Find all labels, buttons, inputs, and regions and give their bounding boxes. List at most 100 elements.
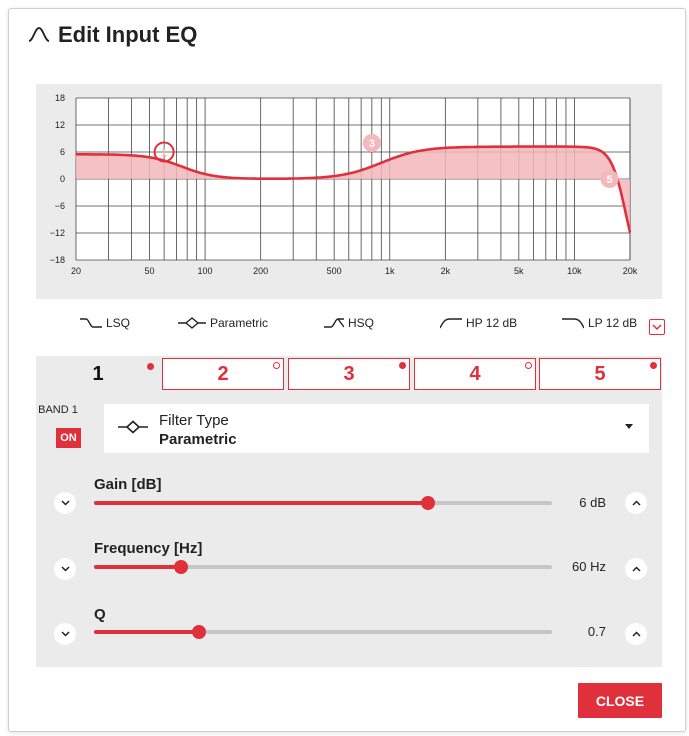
x-tick-label: 200 xyxy=(253,266,268,276)
x-tick-label: 5k xyxy=(514,266,524,276)
x-tick-label: 20k xyxy=(623,266,638,276)
lp-icon xyxy=(562,317,584,329)
frequency-slider-track[interactable] xyxy=(94,560,552,574)
band-marker-3[interactable]: 3 xyxy=(362,134,381,152)
band-inactive-dot xyxy=(525,362,532,369)
filter-type-select[interactable]: Filter Type Parametric xyxy=(104,404,649,453)
band-tab-5[interactable]: 5 xyxy=(539,358,661,390)
filter-type-field-value: Parametric xyxy=(159,431,237,448)
q-increment-button[interactable] xyxy=(625,623,647,645)
eq-graph-canvas[interactable]: 18 12 6 0 −6 −12 −18 20 50 100 200 500 1k 2k 5k 10k 20k 1… xyxy=(36,84,662,299)
band-marker-label: 1 xyxy=(161,147,167,159)
chevron-up-icon xyxy=(631,500,641,506)
y-tick-label: −12 xyxy=(50,228,65,238)
close-button[interactable]: CLOSE xyxy=(578,683,662,718)
frequency-label: Frequency [Hz] xyxy=(94,540,203,557)
band-tab-label: 4 xyxy=(469,362,481,385)
gain-slider-thumb[interactable] xyxy=(421,496,436,510)
band-tab-label: 2 xyxy=(217,362,229,385)
q-slider-fill xyxy=(94,630,200,634)
filter-type-field-label: Filter Type xyxy=(159,412,229,429)
peak-filter-icon xyxy=(28,26,50,44)
y-tick-label: 12 xyxy=(55,120,65,130)
filter-type-label: HSQ xyxy=(348,316,375,330)
q-slider-track[interactable] xyxy=(94,625,552,639)
band-active-dot xyxy=(399,362,406,369)
hsq-icon xyxy=(324,317,344,329)
filter-type-label: HP 12 dB xyxy=(466,316,518,330)
gain-value: 6 dB xyxy=(579,495,606,510)
band-tab-2[interactable]: 2 xyxy=(162,358,284,390)
frequency-increment-button[interactable] xyxy=(625,558,647,580)
filter-type-palette: LSQ Parametric HSQ HP 12 dB LP 12 dB xyxy=(36,312,665,342)
frequency-value: 60 Hz xyxy=(572,559,606,574)
y-tick-label: −18 xyxy=(50,255,65,265)
q-slider-row: Q 0.7 xyxy=(36,606,662,656)
band-editor: 1 2 3 4 5 BAND 1 ON Filter Type Parametr… xyxy=(36,356,662,667)
filter-type-parametric[interactable]: Parametric xyxy=(178,316,268,330)
x-tick-label: 2k xyxy=(441,266,451,276)
parametric-icon xyxy=(178,317,206,329)
band-tab-4[interactable]: 4 xyxy=(414,358,536,390)
gain-slider-track[interactable] xyxy=(94,496,552,510)
gain-increment-button[interactable] xyxy=(625,492,647,514)
y-tick-label: −6 xyxy=(55,201,65,211)
chevron-up-icon xyxy=(631,631,641,637)
parametric-icon xyxy=(118,420,148,439)
band-active-dot xyxy=(650,362,657,369)
chevron-down-icon xyxy=(60,500,70,506)
band-marker-5[interactable]: 5 xyxy=(600,170,619,188)
y-tick-label: 0 xyxy=(60,174,65,184)
x-tick-label: 10k xyxy=(567,266,582,276)
gain-slider-fill xyxy=(94,501,429,505)
chevron-down-icon xyxy=(60,631,70,637)
chevron-up-icon xyxy=(631,566,641,572)
band-tab-label: 5 xyxy=(594,362,606,385)
q-value: 0.7 xyxy=(587,624,606,639)
dropdown-caret-icon xyxy=(625,424,633,429)
lsq-icon xyxy=(80,317,102,329)
frequency-slider-fill xyxy=(94,565,182,569)
hp-icon xyxy=(440,317,462,329)
x-tick-label: 1k xyxy=(385,266,395,276)
filter-type-label: LP 12 dB xyxy=(588,316,638,330)
band-tab-label: 3 xyxy=(343,362,355,385)
gain-decrement-button[interactable] xyxy=(54,492,76,514)
band-tabs: 1 2 3 4 5 xyxy=(36,356,662,392)
filter-type-label: Parametric xyxy=(210,316,269,330)
frequency-slider-row: Frequency [Hz] 60 Hz xyxy=(36,540,662,590)
filter-type-label: LSQ xyxy=(106,316,131,330)
chevron-down-icon xyxy=(652,318,662,336)
x-tick-label: 100 xyxy=(198,266,213,276)
filter-type-hp[interactable]: HP 12 dB xyxy=(440,316,517,330)
band-number-label: BAND 1 xyxy=(38,404,78,416)
frequency-decrement-button[interactable] xyxy=(54,558,76,580)
band-tab-label: 1 xyxy=(92,362,104,385)
y-tick-label: 6 xyxy=(60,147,65,157)
band-active-dot xyxy=(147,363,154,370)
eq-graph[interactable]: 18 12 6 0 −6 −12 −18 20 50 100 200 500 1k 2k 5k 10k 20k 1… xyxy=(36,84,662,299)
band-marker-label: 3 xyxy=(369,138,375,150)
band-marker-label: 5 xyxy=(606,174,612,186)
gain-slider-row: Gain [dB] 6 dB xyxy=(36,476,662,526)
filter-type-hsq[interactable]: HSQ xyxy=(324,316,374,330)
dialog-header: Edit Input EQ xyxy=(28,22,197,48)
frequency-slider-thumb[interactable] xyxy=(174,560,189,574)
filter-type-lp[interactable]: LP 12 dB xyxy=(562,316,637,330)
band-on-toggle[interactable]: ON xyxy=(56,428,81,448)
filter-type-lsq[interactable]: LSQ xyxy=(80,316,130,330)
band-tab-3[interactable]: 3 xyxy=(288,358,410,390)
y-tick-label: 18 xyxy=(55,93,65,103)
chevron-down-icon xyxy=(60,566,70,572)
x-tick-label: 50 xyxy=(144,266,154,276)
dialog-title: Edit Input EQ xyxy=(58,22,198,47)
band-inactive-dot xyxy=(273,362,280,369)
gain-label: Gain [dB] xyxy=(94,476,162,493)
band-tab-1[interactable]: 1 xyxy=(38,358,158,390)
q-slider-thumb[interactable] xyxy=(192,625,207,639)
q-decrement-button[interactable] xyxy=(54,623,76,645)
expand-filter-types-button[interactable] xyxy=(649,319,665,335)
x-tick-label: 20 xyxy=(71,266,81,276)
q-label: Q xyxy=(94,606,106,623)
x-tick-label: 500 xyxy=(327,266,342,276)
